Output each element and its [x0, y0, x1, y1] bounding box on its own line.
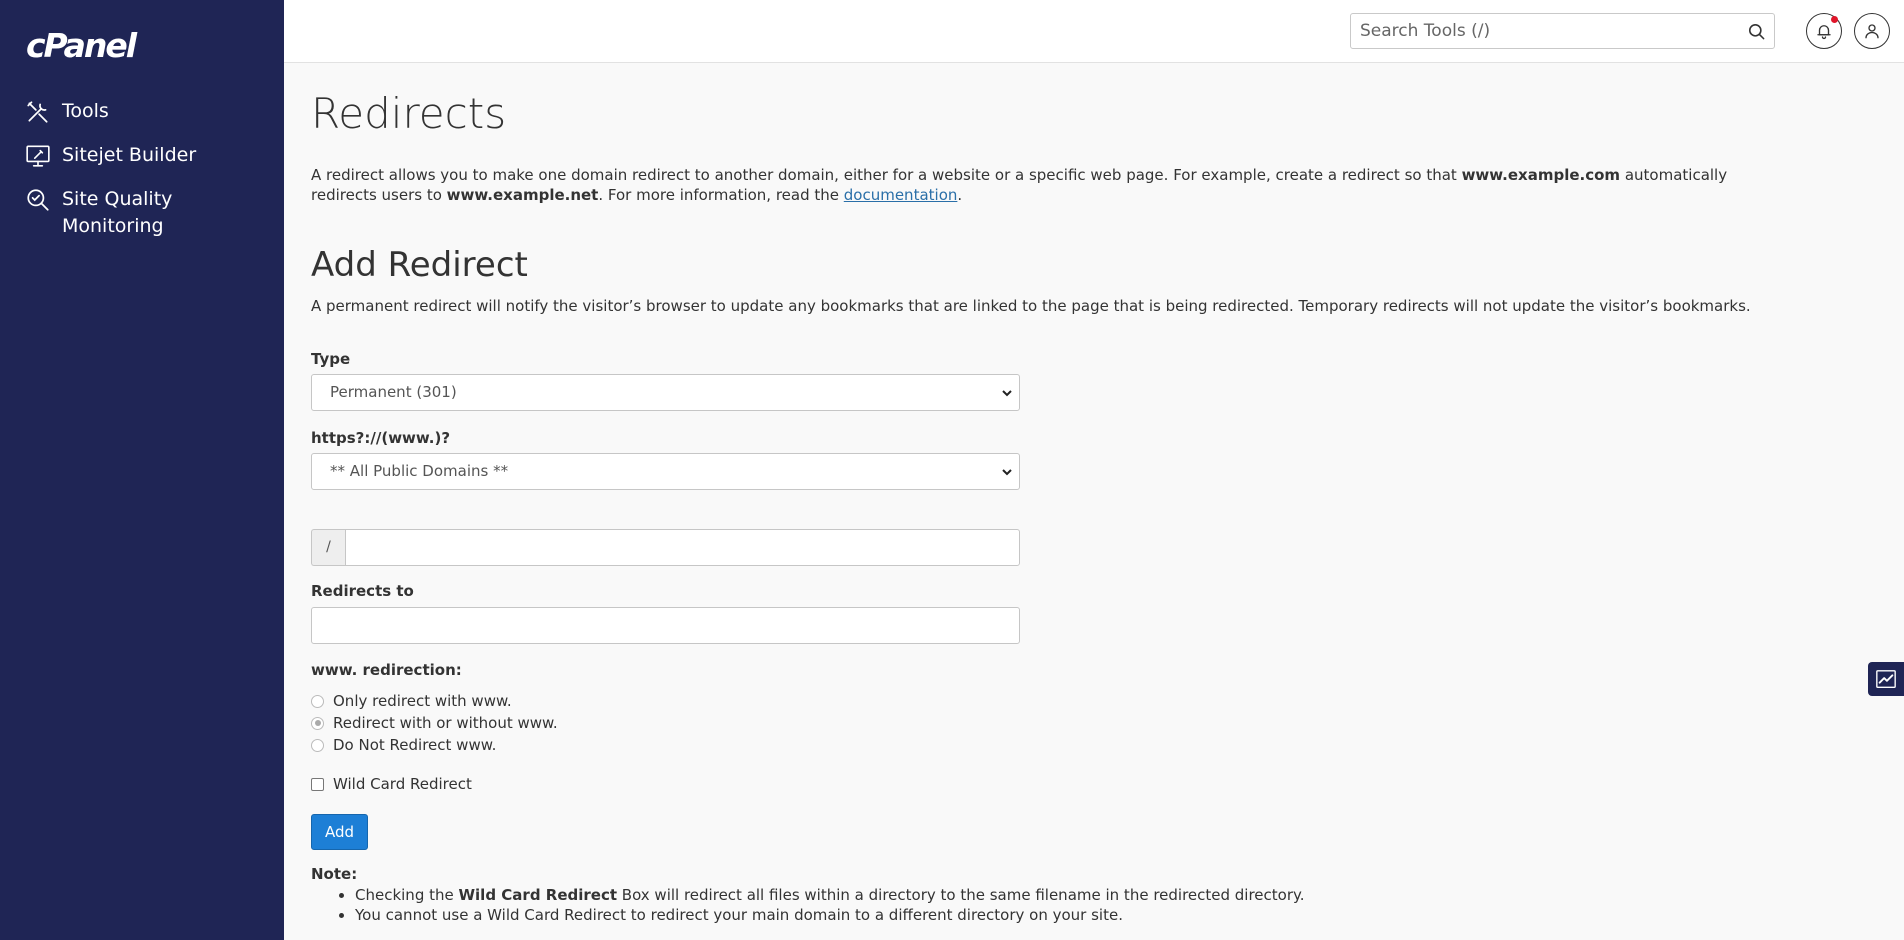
wildcard-redirect-label: Wild Card Redirect: [333, 775, 472, 793]
search-icon[interactable]: [1747, 22, 1766, 41]
notification-dot: [1831, 16, 1838, 23]
domain-select-value: ** All Public Domains **: [330, 462, 509, 480]
note-list: Checking the Wild Card Redirect Box will…: [355, 885, 1305, 925]
page-title: Redirects: [311, 89, 507, 138]
chevron-down-icon: [1002, 390, 1012, 397]
chevron-down-icon: [1002, 469, 1012, 476]
radio-only-with-www[interactable]: Only redirect with www.: [311, 692, 512, 710]
type-label: Type: [311, 350, 351, 368]
domain-label: https?://(www.)?: [311, 429, 451, 447]
notifications-button[interactable]: [1806, 13, 1842, 49]
bell-icon: [1817, 25, 1831, 40]
path-prefix: /: [311, 529, 345, 566]
monitor-icon: [24, 142, 52, 170]
user-icon: [1865, 24, 1879, 39]
type-select-value: Permanent (301): [330, 383, 457, 401]
note-item: You cannot use a Wild Card Redirect to r…: [355, 905, 1305, 925]
intro-part: . For more information, read the: [598, 186, 844, 204]
tools-icon: [24, 98, 52, 126]
redirects-to-label: Redirects to: [311, 582, 414, 600]
add-button[interactable]: Add: [311, 814, 368, 850]
user-menu-button[interactable]: [1854, 13, 1890, 49]
sidebar: cPanel Tools Sitejet Builder Site Qualit…: [0, 0, 284, 940]
path-input[interactable]: [345, 529, 1020, 566]
sidebar-nav: Tools Sitejet Builder Site Quality Monit…: [0, 98, 284, 256]
radio-button[interactable]: [311, 694, 324, 708]
radio-label: Redirect with or without www.: [333, 714, 558, 732]
intro-part: A redirect allows you to make one domain…: [311, 166, 1462, 184]
radio-button[interactable]: [311, 738, 324, 752]
radio-with-or-without-www[interactable]: Redirect with or without www.: [311, 714, 558, 732]
note-text: Box will redirect all files within a dir…: [617, 886, 1305, 904]
top-header: [284, 0, 1904, 63]
wildcard-redirect-checkbox-row[interactable]: Wild Card Redirect: [311, 775, 472, 793]
radio-do-not-redirect-www[interactable]: Do Not Redirect www.: [311, 736, 496, 754]
note-item: Checking the Wild Card Redirect Box will…: [355, 885, 1305, 905]
type-select[interactable]: Permanent (301): [311, 374, 1020, 411]
sidebar-item-site-quality-monitoring[interactable]: Site Quality Monitoring: [0, 186, 284, 256]
radio-label: Do Not Redirect www.: [333, 736, 497, 754]
add-redirect-description: A permanent redirect will notify the vis…: [311, 297, 1751, 315]
domain-select[interactable]: ** All Public Domains **: [311, 453, 1020, 490]
search-input[interactable]: [1351, 14, 1774, 48]
add-redirect-heading: Add Redirect: [311, 245, 528, 285]
chart-trend-icon: [1876, 670, 1896, 688]
intro-text: A redirect allows you to make one domain…: [311, 165, 1761, 205]
radio-button[interactable]: [311, 716, 324, 730]
stats-panel-toggle[interactable]: [1868, 662, 1904, 696]
note-text: Checking the: [355, 886, 459, 904]
sidebar-item-label: Tools: [62, 100, 109, 122]
documentation-link[interactable]: documentation: [844, 186, 958, 204]
search-box: [1350, 13, 1775, 49]
intro-example-com: www.example.com: [1461, 166, 1621, 184]
radio-label: Only redirect with www.: [333, 692, 512, 710]
wildcard-redirect-checkbox[interactable]: [311, 777, 324, 791]
redirects-to-input[interactable]: [311, 607, 1020, 644]
intro-part: .: [957, 186, 963, 204]
sidebar-item-label: Site Quality Monitoring: [62, 188, 173, 237]
www-redirection-label: www. redirection:: [311, 661, 462, 679]
note-title: Note:: [311, 865, 358, 883]
intro-example-net: www.example.net: [446, 186, 599, 204]
note-bold: Wild Card Redirect: [458, 886, 618, 904]
path-input-group: /: [311, 529, 1020, 566]
sidebar-item-tools[interactable]: Tools: [0, 98, 284, 142]
cpanel-logo[interactable]: cPanel: [26, 26, 137, 65]
magnifier-icon: [24, 186, 52, 214]
sidebar-item-sitejet-builder[interactable]: Sitejet Builder: [0, 142, 284, 186]
sidebar-item-label: Sitejet Builder: [62, 144, 197, 166]
